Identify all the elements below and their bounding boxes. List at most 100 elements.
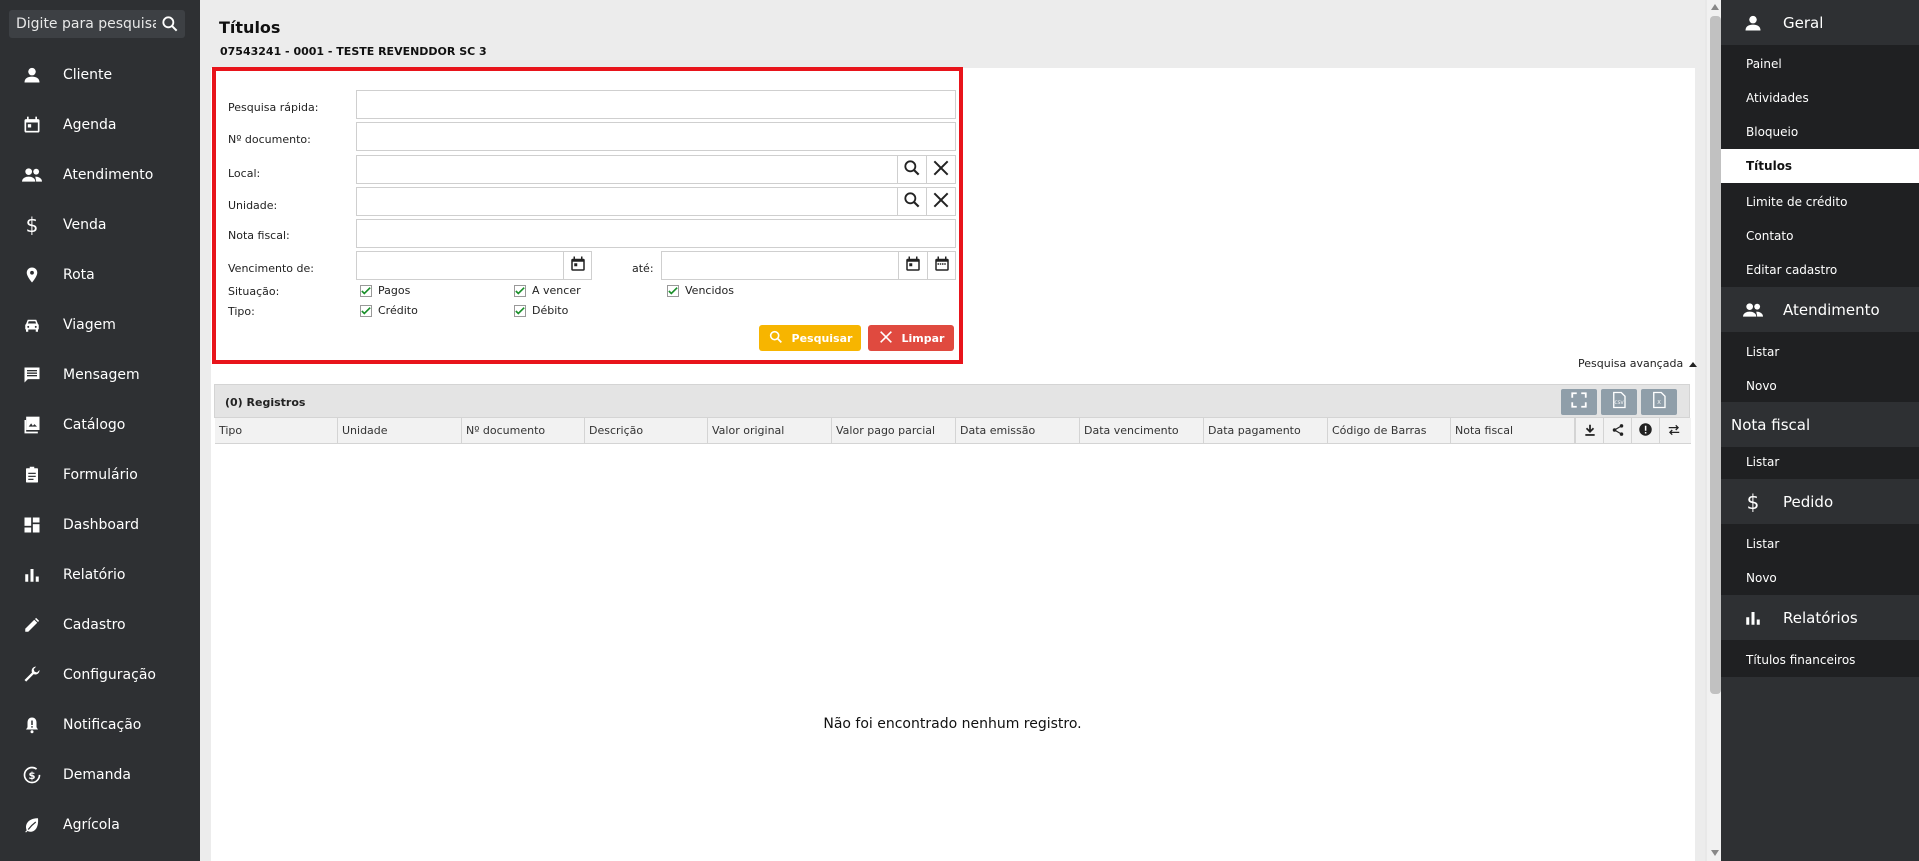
section-geral[interactable]: Geral	[1721, 0, 1919, 45]
bell-alert-icon	[21, 714, 43, 736]
clear-button[interactable]: Limpar	[868, 325, 954, 351]
nav-label: Viagem	[63, 317, 116, 333]
unit-input[interactable]	[357, 188, 897, 215]
menu-item-editar-cadastro[interactable]: Editar cadastro	[1721, 253, 1919, 287]
menu-item-contato[interactable]: Contato	[1721, 219, 1919, 253]
quick-search-field[interactable]	[356, 90, 956, 119]
nav-label: Cliente	[63, 67, 113, 83]
column-header[interactable]: Descrição	[585, 418, 708, 444]
menu-item-atendimento-novo[interactable]: Novo	[1721, 369, 1919, 403]
nav-item-atendimento[interactable]: Atendimento	[0, 155, 200, 195]
menu-label: Listar	[1746, 345, 1780, 359]
fullscreen-button[interactable]	[1561, 389, 1597, 415]
due-from-field[interactable]	[356, 251, 592, 280]
column-header[interactable]: Nº documento	[462, 418, 585, 444]
local-input[interactable]	[357, 156, 897, 183]
nav-label: Dashboard	[63, 517, 139, 533]
type-credito-checkbox[interactable]: Crédito	[360, 304, 418, 317]
section-relatorios[interactable]: Relatórios	[1721, 595, 1919, 640]
due-to-calendar-range-button[interactable]	[927, 252, 956, 279]
nav-item-catalogo[interactable]: Catálogo	[0, 405, 200, 445]
search-icon	[902, 158, 922, 182]
menu-item-pedido-novo[interactable]: Novo	[1721, 561, 1919, 595]
status-vencidos-checkbox[interactable]: Vencidos	[667, 284, 734, 297]
column-header[interactable]: Valor pago parcial	[832, 418, 956, 444]
unit-clear-button[interactable]	[926, 188, 955, 215]
quick-search-input[interactable]	[357, 91, 955, 118]
search-icon[interactable]	[160, 14, 180, 34]
menu-item-nota-fiscal-listar[interactable]: Listar	[1721, 445, 1919, 479]
menu-item-atendimento-listar[interactable]: Listar	[1721, 335, 1919, 369]
svg-text:X: X	[1657, 400, 1661, 406]
column-header[interactable]: Nota fiscal	[1451, 418, 1575, 444]
nav-item-rota[interactable]: Rota	[0, 255, 200, 295]
dashboard-icon	[21, 514, 43, 536]
nav-item-dashboard[interactable]: Dashboard	[0, 505, 200, 545]
column-header[interactable]: Data vencimento	[1080, 418, 1204, 444]
due-to-field[interactable]	[661, 251, 956, 280]
unit-field[interactable]	[356, 187, 956, 216]
export-csv-button[interactable]: CSV	[1601, 389, 1637, 415]
nav-item-configuracao[interactable]: Configuração	[0, 655, 200, 695]
column-header[interactable]: Valor original	[708, 418, 832, 444]
nav-item-relatorio[interactable]: Relatório	[0, 555, 200, 595]
nav-item-notificacao[interactable]: Notificação	[0, 705, 200, 745]
swap-columns-button[interactable]	[1659, 418, 1687, 444]
menu-item-limite-credito[interactable]: Limite de crédito	[1721, 185, 1919, 219]
nav-item-cadastro[interactable]: Cadastro	[0, 605, 200, 645]
global-search-input[interactable]	[16, 16, 156, 32]
doc-number-input[interactable]	[357, 123, 955, 150]
download-button[interactable]	[1575, 418, 1603, 444]
scroll-up-icon[interactable]	[1711, 4, 1719, 10]
menu-item-atividades[interactable]: Atividades	[1721, 81, 1919, 115]
nav-item-agricola[interactable]: Agrícola	[0, 805, 200, 845]
search-button[interactable]: Pesquisar	[759, 325, 861, 351]
invoice-input[interactable]	[357, 220, 955, 247]
export-excel-button[interactable]: X	[1641, 389, 1677, 415]
menu-item-pedido-listar[interactable]: Listar	[1721, 527, 1919, 561]
column-header[interactable]: Tipo	[215, 418, 338, 444]
nav-item-viagem[interactable]: Viagem	[0, 305, 200, 345]
section-atendimento[interactable]: Atendimento	[1721, 287, 1919, 332]
scrollbar-thumb[interactable]	[1710, 16, 1721, 694]
column-header[interactable]: Unidade	[338, 418, 462, 444]
doc-number-field[interactable]	[356, 122, 956, 151]
bar-chart-icon	[21, 564, 43, 586]
column-header[interactable]: Data pagamento	[1204, 418, 1328, 444]
nav-item-agenda[interactable]: Agenda	[0, 105, 200, 145]
section-nota-fiscal[interactable]: Nota fiscal	[1721, 402, 1919, 447]
unit-search-button[interactable]	[897, 188, 926, 215]
due-to-calendar-button[interactable]	[898, 252, 927, 279]
person-icon	[21, 64, 43, 86]
menu-label: Limite de crédito	[1746, 195, 1848, 209]
nav-item-demanda[interactable]: $ Demanda	[0, 755, 200, 795]
type-debito-checkbox[interactable]: Débito	[514, 304, 568, 317]
menu-item-titulos[interactable]: Títulos	[1721, 149, 1919, 183]
menu-item-bloqueio[interactable]: Bloqueio	[1721, 115, 1919, 149]
nav-item-venda[interactable]: $ Venda	[0, 205, 200, 245]
local-field[interactable]	[356, 155, 956, 184]
due-to-input[interactable]	[662, 252, 898, 279]
local-search-button[interactable]	[897, 156, 926, 183]
money-cycle-icon: $	[21, 764, 43, 786]
advanced-search-toggle[interactable]: Pesquisa avançada	[1578, 357, 1698, 370]
invoice-field[interactable]	[356, 219, 956, 248]
nav-item-mensagem[interactable]: Mensagem	[0, 355, 200, 395]
section-pedido[interactable]: $ Pedido	[1721, 479, 1919, 524]
due-from-input[interactable]	[357, 252, 563, 279]
share-button[interactable]	[1603, 418, 1631, 444]
local-clear-button[interactable]	[926, 156, 955, 183]
menu-item-painel[interactable]: Painel	[1721, 47, 1919, 81]
due-from-calendar-button[interactable]	[563, 252, 592, 279]
column-header[interactable]: Data emissão	[956, 418, 1080, 444]
column-header[interactable]: Código de Barras	[1328, 418, 1451, 444]
advanced-search-label: Pesquisa avançada	[1578, 357, 1684, 370]
menu-item-titulos-financeiros[interactable]: Títulos financeiros	[1721, 643, 1919, 677]
alert-button[interactable]	[1631, 418, 1659, 444]
status-a-vencer-checkbox[interactable]: A vencer	[514, 284, 581, 297]
nav-item-formulario[interactable]: Formulário	[0, 455, 200, 495]
scroll-down-icon[interactable]	[1711, 850, 1719, 856]
search-icon	[768, 329, 792, 348]
status-pagos-checkbox[interactable]: Pagos	[360, 284, 410, 297]
nav-item-cliente[interactable]: Cliente	[0, 55, 200, 95]
